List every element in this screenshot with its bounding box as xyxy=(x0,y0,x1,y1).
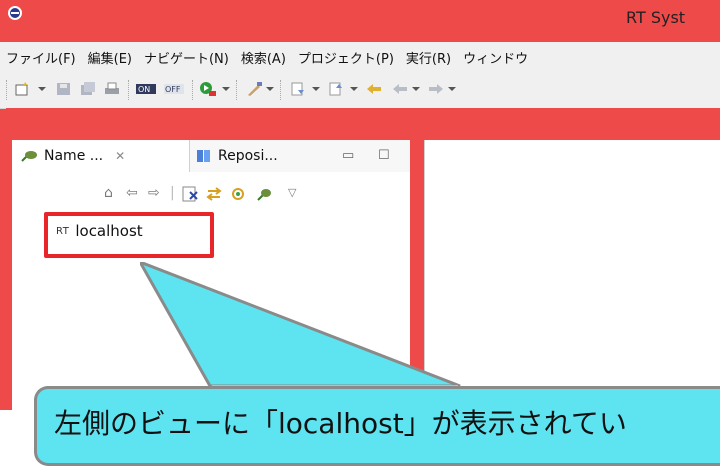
run-dropdown-icon[interactable] xyxy=(222,87,230,91)
run-icon[interactable] xyxy=(200,82,216,96)
view-menu-icon[interactable]: ▽ xyxy=(288,186,296,200)
prev-annotation-dropdown-icon[interactable] xyxy=(350,87,358,91)
back-icon[interactable] xyxy=(392,82,408,96)
forward-dropdown-icon[interactable] xyxy=(448,87,456,91)
toolbar-separator xyxy=(128,80,129,100)
save-all-icon[interactable] xyxy=(80,82,96,96)
toolbar-separator xyxy=(6,80,7,100)
tab-repository[interactable]: Reposi... xyxy=(196,140,326,172)
all-on-icon[interactable]: ON xyxy=(136,82,158,96)
toolbar-separator xyxy=(192,80,193,100)
home-icon[interactable]: ⌂ xyxy=(104,186,113,200)
next-annotation-dropdown-icon[interactable] xyxy=(312,87,320,91)
menu-navigate[interactable]: ナビゲート(N) xyxy=(138,48,235,67)
svg-text:OFF: OFF xyxy=(165,85,181,94)
forward-icon[interactable] xyxy=(428,82,444,96)
plug-icon xyxy=(21,151,37,162)
back-dropdown-icon[interactable] xyxy=(412,87,420,91)
menu-run[interactable]: 実行(R) xyxy=(400,48,457,67)
minimize-icon[interactable]: ▭ xyxy=(342,148,354,163)
maximize-icon[interactable]: ☐ xyxy=(378,148,390,163)
tool-dropdown-icon[interactable] xyxy=(266,87,274,91)
new-icon[interactable] xyxy=(14,82,30,96)
view-toolbar: ⌂ ⇦ ⇨ | ▽ xyxy=(12,172,410,208)
title-bar: RT Syst xyxy=(0,0,720,42)
view-tab-bar: Name ... ✕ Reposi... ▭ ☐ xyxy=(12,140,410,173)
print-icon[interactable] xyxy=(104,82,120,96)
save-icon[interactable] xyxy=(56,82,72,96)
back-arrow-icon[interactable]: ⇦ xyxy=(126,186,138,200)
highlight-box xyxy=(44,212,214,258)
menu-project[interactable]: プロジェクト(P) xyxy=(292,48,400,67)
forward-arrow-icon[interactable]: ⇨ xyxy=(148,186,160,200)
refresh-link-icon[interactable] xyxy=(206,186,222,202)
repository-icon xyxy=(197,150,210,162)
eclipse-icon xyxy=(8,6,22,20)
add-name-server-icon[interactable] xyxy=(256,186,272,202)
tool-icon[interactable] xyxy=(246,82,262,96)
last-edit-icon[interactable] xyxy=(366,82,382,96)
menu-bar: ファイル(F) 編集(E) ナビゲート(N) 検索(A) プロジェクト(P) 実… xyxy=(0,42,720,72)
prev-annotation-icon[interactable] xyxy=(328,82,344,96)
tab-repository-label: Reposi... xyxy=(218,148,278,164)
menu-search[interactable]: 検索(A) xyxy=(235,48,292,67)
all-off-icon[interactable]: OFF xyxy=(164,82,186,96)
tab-name-service-label: Name ... xyxy=(44,148,104,164)
tab-name-service[interactable]: Name ... ✕ xyxy=(12,140,190,172)
callout-pointer xyxy=(140,262,461,391)
sync-icon[interactable] xyxy=(230,186,246,202)
window-title: RT Syst xyxy=(626,8,686,27)
menu-file[interactable]: ファイル(F) xyxy=(0,48,82,67)
main-toolbar: ON OFF xyxy=(0,72,720,109)
clear-zombie-icon[interactable] xyxy=(182,186,198,202)
svg-text:ON: ON xyxy=(138,85,150,94)
new-dropdown-icon[interactable] xyxy=(38,87,46,91)
callout-text: 左側のビューに「localhost」が表示されてい xyxy=(54,407,627,440)
menu-edit[interactable]: 編集(E) xyxy=(82,48,138,67)
next-annotation-icon[interactable] xyxy=(290,82,306,96)
toolbar-separator xyxy=(236,80,237,100)
toolbar-separator xyxy=(280,80,281,100)
view-separator: | xyxy=(170,185,175,201)
close-icon[interactable]: ✕ xyxy=(115,149,125,163)
menu-window[interactable]: ウィンドウ xyxy=(457,48,534,67)
